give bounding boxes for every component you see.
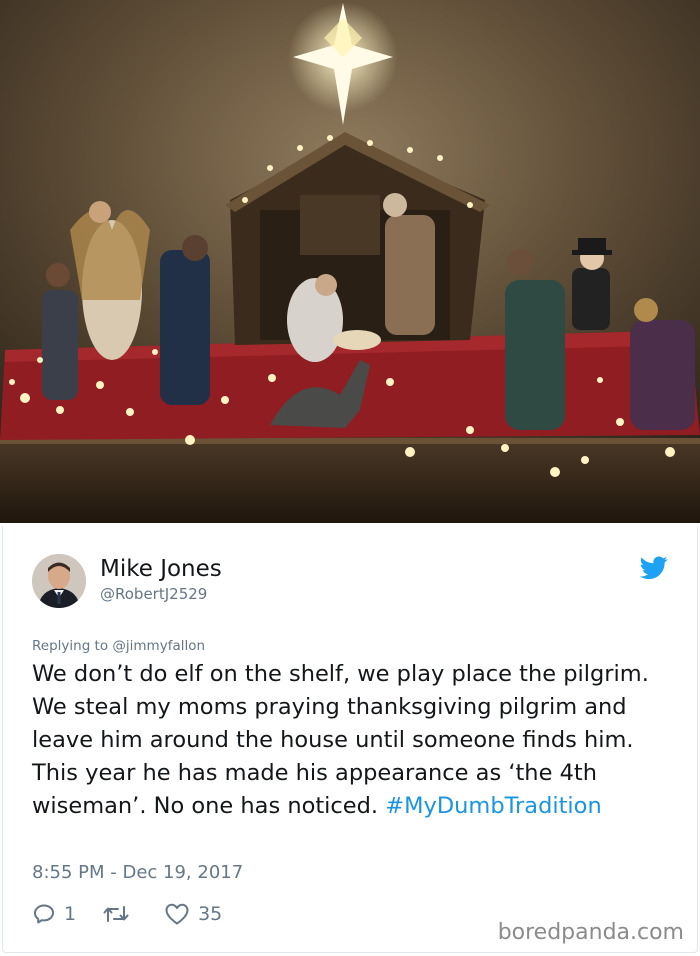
hashtag-link[interactable]: #MyDumbTradition xyxy=(385,793,601,819)
like-count: 35 xyxy=(198,903,223,925)
reply-icon xyxy=(34,904,54,924)
reply-button[interactable]: 1 xyxy=(32,902,76,926)
boredpanda-watermark: boredpanda.com xyxy=(497,920,684,945)
retweet-icon xyxy=(103,906,129,922)
author-avatar[interactable] xyxy=(32,554,86,608)
author-handle[interactable]: @RobertJ2529 xyxy=(100,585,207,603)
author-name[interactable]: Mike Jones xyxy=(100,556,222,582)
reply-count: 1 xyxy=(64,903,77,925)
nativity-scene-image xyxy=(0,0,700,523)
retweet-button[interactable] xyxy=(102,903,138,925)
tweet-actions: 1 35 xyxy=(32,900,248,928)
avatar-image xyxy=(32,554,86,608)
tweet-photo[interactable] xyxy=(0,0,700,523)
like-button[interactable]: 35 xyxy=(164,902,222,926)
twitter-bird-icon[interactable] xyxy=(640,556,668,580)
replying-to[interactable]: Replying to @jimmyfallon xyxy=(32,638,205,654)
heart-icon xyxy=(165,903,189,925)
tweet-timestamp[interactable]: 8:55 PM - Dec 19, 2017 xyxy=(32,862,243,883)
tweet-text: We don’t do elf on the shelf, we play pl… xyxy=(32,658,662,823)
